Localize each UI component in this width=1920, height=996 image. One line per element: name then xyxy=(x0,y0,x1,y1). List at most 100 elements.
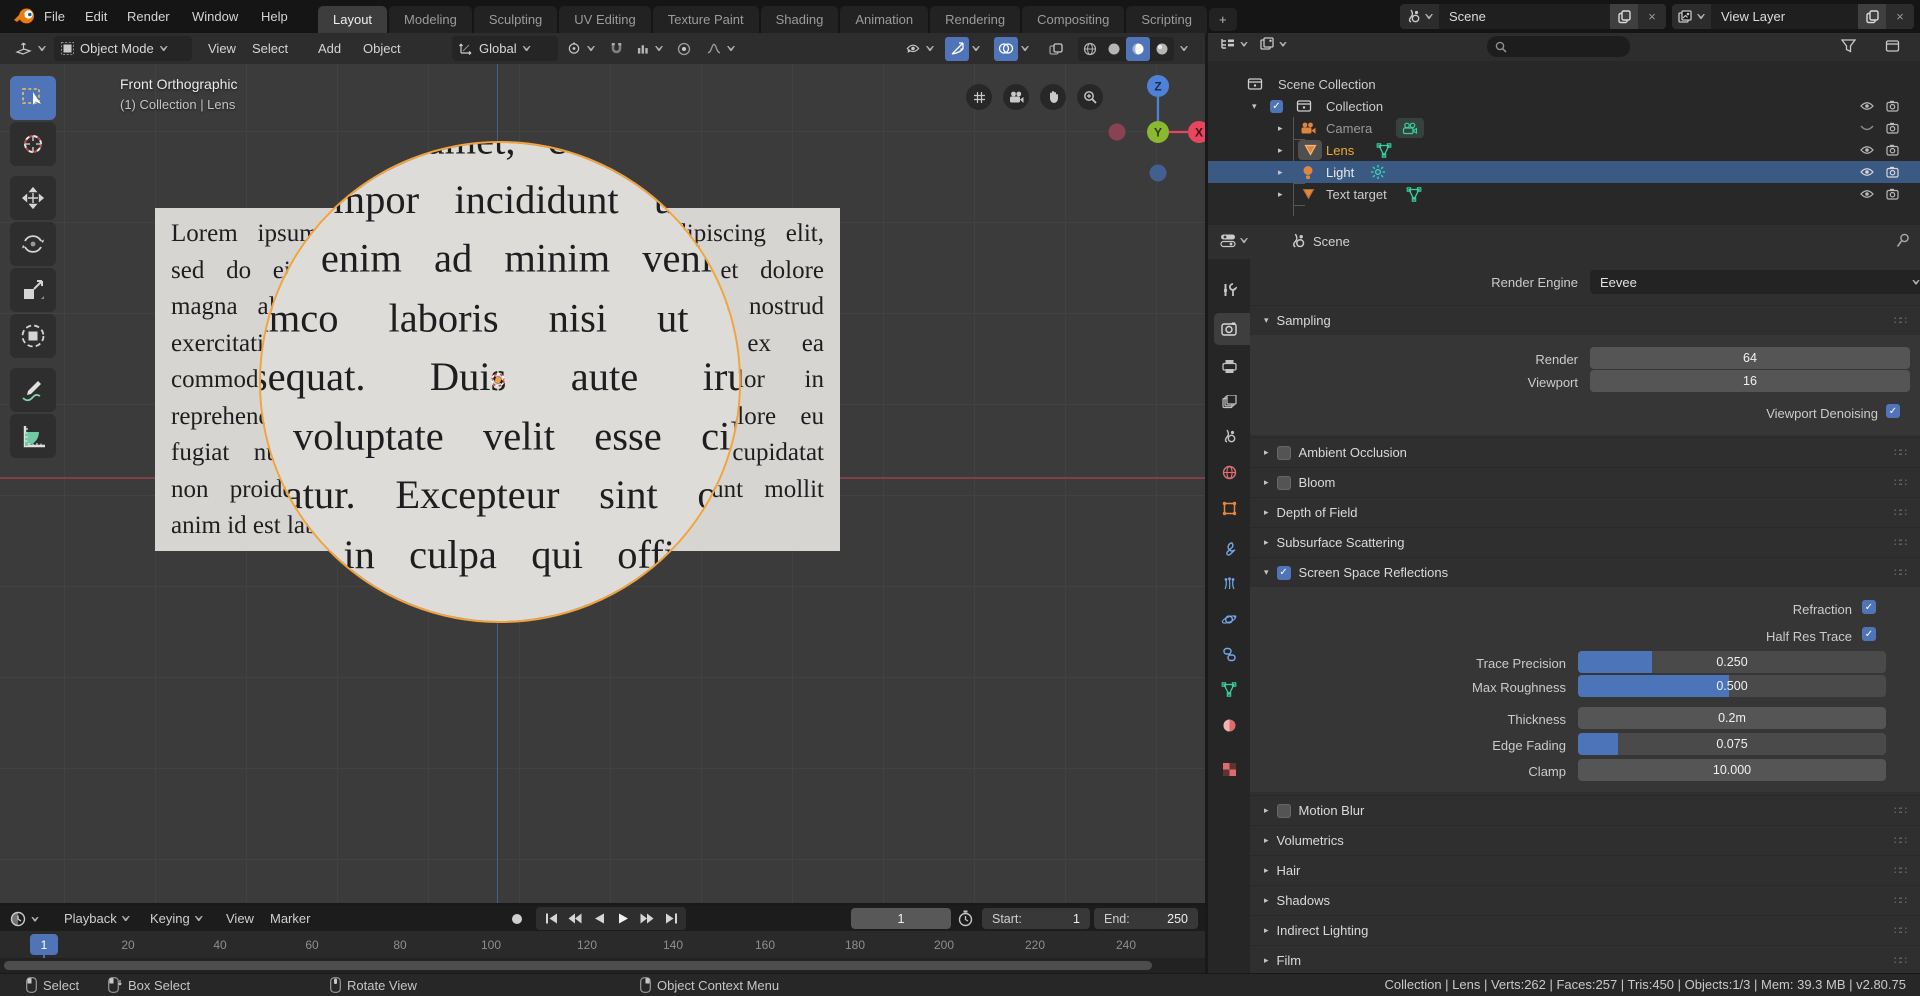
panel-grip-icon[interactable]: ∷∷ xyxy=(1894,314,1906,327)
snap-toggle-button[interactable] xyxy=(604,37,628,61)
tab-modeling[interactable]: Modeling xyxy=(389,6,472,33)
mode-dropdown[interactable]: Object Mode xyxy=(54,36,192,61)
viewport-menu-select[interactable]: Select xyxy=(252,41,288,56)
previous-keyframe-button[interactable] xyxy=(564,909,586,928)
tab-compositing[interactable]: Compositing xyxy=(1022,6,1124,33)
tool-cursor[interactable] xyxy=(10,122,56,166)
proportional-editing-button[interactable] xyxy=(672,37,696,61)
tab-material[interactable] xyxy=(1218,714,1240,736)
axis-minus-z-ball[interactable] xyxy=(1150,165,1167,182)
collection-checkbox[interactable]: ✓ xyxy=(1270,100,1283,113)
hide-eye-icon[interactable] xyxy=(1860,167,1874,177)
add-view-layer-button[interactable] xyxy=(1858,4,1886,29)
hidden-eye-closed-icon[interactable] xyxy=(1860,124,1874,133)
scene-browse-button[interactable] xyxy=(1400,4,1439,29)
render-engine-dropdown[interactable]: Eevee xyxy=(1590,270,1920,294)
disclosure-closed-icon[interactable]: ▸ xyxy=(1278,167,1283,178)
new-scene-button[interactable] xyxy=(1610,4,1638,29)
panel-subsurface-scattering[interactable]: ▸ Subsurface Scattering ∷∷ xyxy=(1250,527,1920,557)
jump-to-start-button[interactable] xyxy=(540,909,562,928)
tab-output[interactable] xyxy=(1218,355,1240,377)
disclosure-closed-icon[interactable]: ▸ xyxy=(1278,145,1283,156)
panel-depth-of-field[interactable]: ▸ Depth of Field ∷∷ xyxy=(1250,497,1920,527)
show-overlays-toggle[interactable] xyxy=(992,36,1028,61)
tab-layout[interactable]: Layout xyxy=(318,6,387,33)
outliner-search-input[interactable] xyxy=(1487,36,1630,57)
panel-grip-icon[interactable]: ∷∷ xyxy=(1894,804,1906,817)
panel-shadows[interactable]: ▸ Shadows ∷∷ xyxy=(1250,885,1920,915)
tab-view-layer[interactable] xyxy=(1218,391,1240,413)
row-camera[interactable]: ▸ Camera xyxy=(1208,117,1920,139)
panel-grip-icon[interactable]: ∷∷ xyxy=(1894,924,1906,937)
tab-render[interactable] xyxy=(1218,318,1240,340)
row-text-target[interactable]: ▸ Text target xyxy=(1208,183,1920,205)
panel-hair[interactable]: ▸ Hair ∷∷ xyxy=(1250,855,1920,885)
record-button[interactable] xyxy=(506,909,528,928)
next-keyframe-button[interactable] xyxy=(636,909,658,928)
view-layer-name-field[interactable]: View Layer xyxy=(1711,4,1858,29)
disable-render-icon[interactable] xyxy=(1886,100,1899,112)
menu-file[interactable]: File xyxy=(44,9,65,24)
navigation-gizmo[interactable]: Z Y X xyxy=(1096,68,1205,184)
hide-eye-icon[interactable] xyxy=(1860,145,1874,155)
panel-screen-space-reflections[interactable]: ▾ ✓ Screen Space Reflections ∷∷ xyxy=(1250,557,1920,587)
shading-dropdown[interactable] xyxy=(1176,36,1204,61)
jump-to-end-button[interactable] xyxy=(660,909,682,928)
tab-particles[interactable] xyxy=(1218,573,1240,595)
toggle-grid-button[interactable] xyxy=(966,84,992,110)
outliner-editor-type-button[interactable] xyxy=(1220,37,1248,51)
viewport-3d[interactable]: Lorem ipsum dolor sit amet, consectetur … xyxy=(0,64,1205,905)
axis-minus-x-ball[interactable] xyxy=(1109,124,1126,141)
pan-view-button[interactable] xyxy=(1040,84,1066,110)
panel-bloom[interactable]: ▸ Bloom ∷∷ xyxy=(1250,467,1920,497)
tool-move[interactable] xyxy=(10,176,56,220)
tab-texture-paint[interactable]: Texture Paint xyxy=(653,6,759,33)
disclosure-closed-icon[interactable]: ▸ xyxy=(1278,189,1283,200)
shading-rendered-button[interactable] xyxy=(1150,37,1174,61)
xray-toggle-button[interactable] xyxy=(1044,37,1068,61)
panel-grip-icon[interactable]: ∷∷ xyxy=(1894,476,1906,489)
ambient-occlusion-checkbox[interactable] xyxy=(1277,446,1291,460)
use-preview-range-icon[interactable] xyxy=(957,910,974,932)
play-reverse-button[interactable] xyxy=(588,909,610,928)
current-frame-field[interactable]: 1 xyxy=(851,908,951,929)
show-object-types-dropdown[interactable] xyxy=(899,36,941,61)
disable-render-icon[interactable] xyxy=(1886,166,1899,178)
timeline-ruler[interactable]: 1 20 40 60 80 100 120 140 160 180 200 22… xyxy=(0,931,1205,958)
scene-name-field[interactable]: Scene xyxy=(1439,4,1610,29)
row-light[interactable]: ▸ Light xyxy=(1208,161,1920,183)
disable-render-icon[interactable] xyxy=(1886,122,1899,134)
tab-rendering[interactable]: Rendering xyxy=(930,6,1020,33)
outliner-new-collection-button[interactable] xyxy=(1885,39,1900,58)
timeline-editor-type-button[interactable] xyxy=(10,911,39,927)
panel-grip-icon[interactable]: ∷∷ xyxy=(1894,536,1906,549)
panel-grip-icon[interactable]: ∷∷ xyxy=(1894,864,1906,877)
unlink-scene-button[interactable]: × xyxy=(1638,4,1666,29)
panel-grip-icon[interactable]: ∷∷ xyxy=(1894,566,1906,579)
disclosure-closed-icon[interactable]: ▸ xyxy=(1278,123,1283,134)
panel-sampling[interactable]: ▾ Sampling ∷∷ xyxy=(1250,305,1920,335)
add-workspace-button[interactable]: + xyxy=(1209,8,1237,31)
hide-eye-icon[interactable] xyxy=(1860,189,1874,199)
panel-grip-icon[interactable]: ∷∷ xyxy=(1894,446,1906,459)
remove-view-layer-button[interactable]: × xyxy=(1886,4,1914,29)
timeline-menu-marker[interactable]: Marker xyxy=(270,911,310,926)
trace-precision-slider[interactable]: 0.250 xyxy=(1578,651,1886,673)
view-layer-browse-button[interactable] xyxy=(1672,4,1711,29)
menu-help[interactable]: Help xyxy=(261,9,288,24)
properties-editor-type-button[interactable] xyxy=(1220,233,1248,248)
refraction-checkbox[interactable]: ✓ xyxy=(1862,600,1876,614)
outliner-display-mode-button[interactable] xyxy=(1260,37,1287,51)
tab-uv-editing[interactable]: UV Editing xyxy=(559,6,650,33)
editor-type-button[interactable] xyxy=(8,36,53,61)
timeline-menu-keying[interactable]: Keying xyxy=(150,911,203,926)
tool-rotate[interactable] xyxy=(10,222,56,266)
half-res-trace-checkbox[interactable]: ✓ xyxy=(1862,627,1876,641)
tab-physics[interactable] xyxy=(1218,608,1240,630)
tab-texture[interactable] xyxy=(1218,758,1240,780)
timeline-menu-playback[interactable]: Playback xyxy=(64,911,130,926)
tab-constraints[interactable] xyxy=(1218,643,1240,665)
current-frame-indicator[interactable]: 1 xyxy=(30,934,58,955)
tool-scale[interactable] xyxy=(10,268,56,312)
disable-render-icon[interactable] xyxy=(1886,144,1899,156)
